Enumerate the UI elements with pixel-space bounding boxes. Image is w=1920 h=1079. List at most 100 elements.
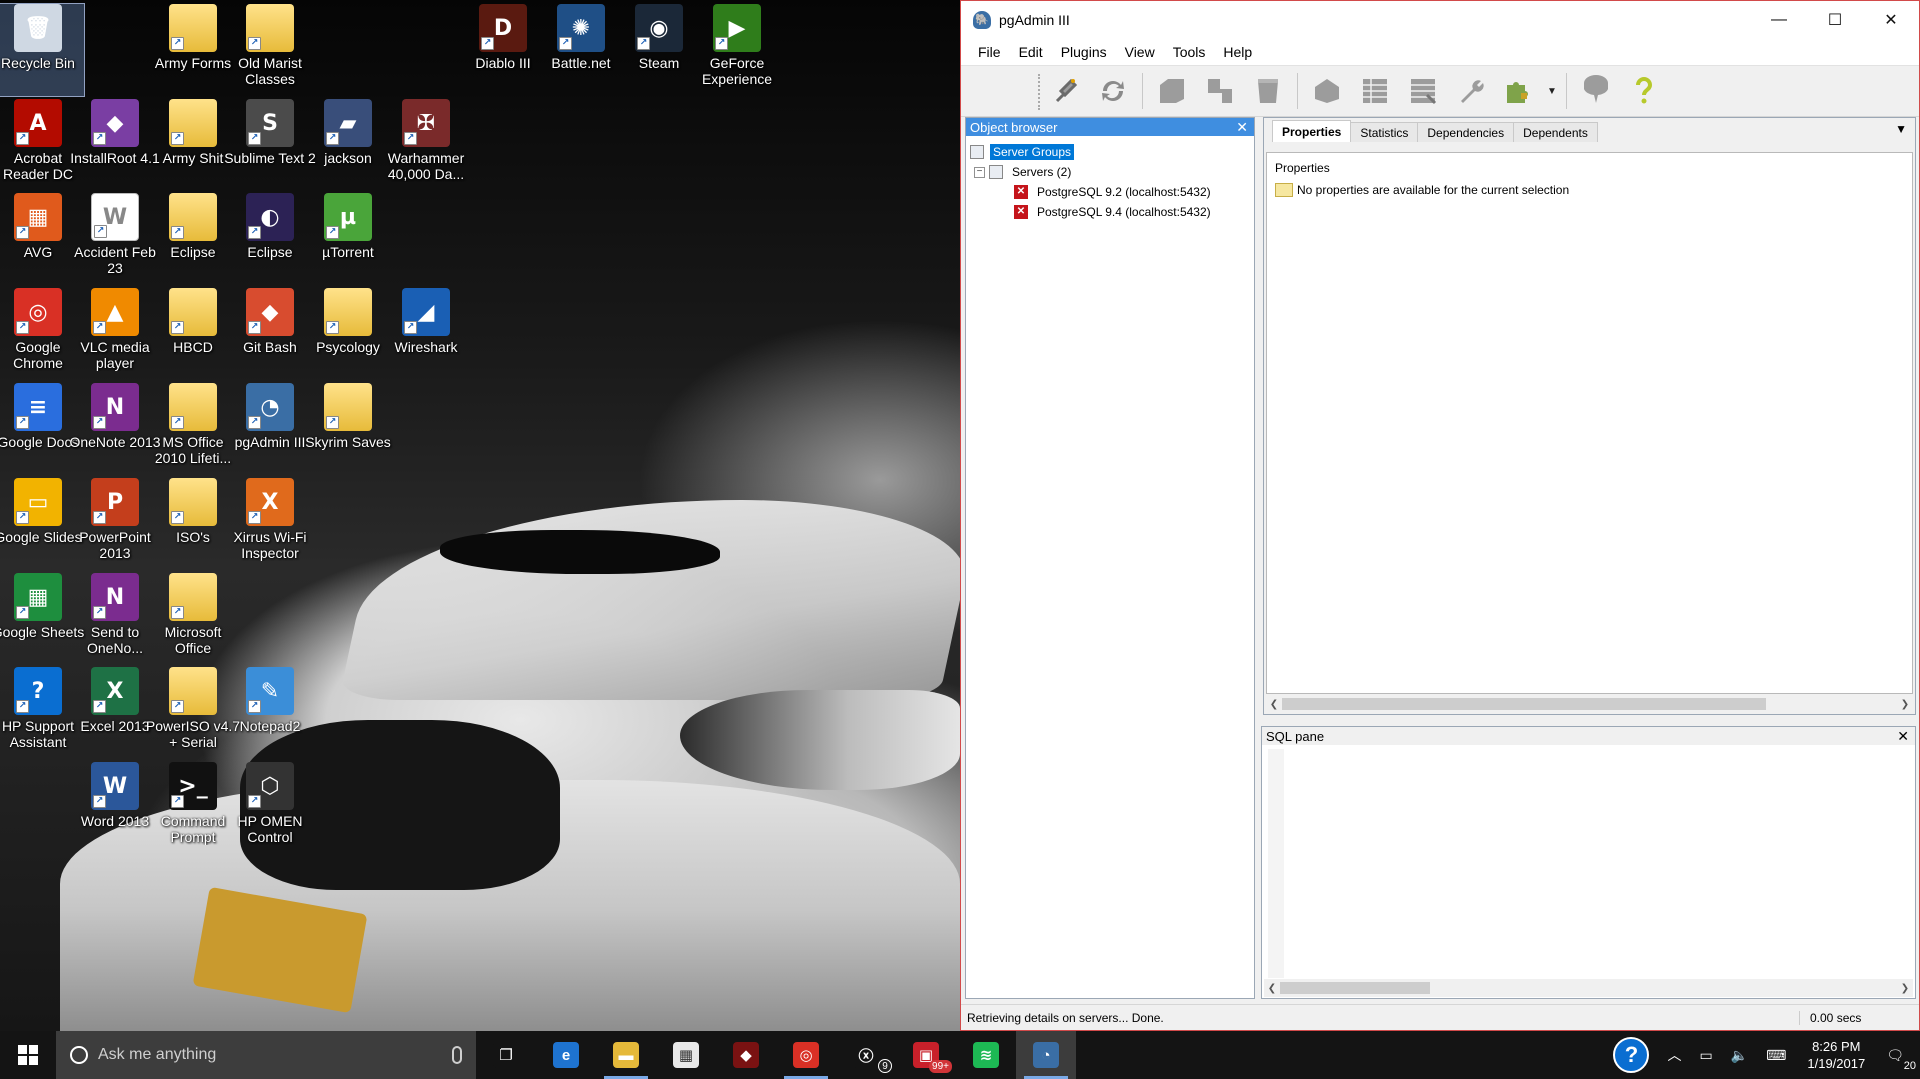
taskbar-app-task-view[interactable]: ❐ [476, 1031, 536, 1079]
object-properties-icon[interactable] [1246, 69, 1290, 113]
windows-logo-icon [18, 1045, 38, 1065]
scroll-left-arrow-icon[interactable]: ❮ [1264, 983, 1280, 994]
app-shortcut-icon: ▭ ↗ [14, 478, 62, 526]
sql-horizontal-scrollbar[interactable]: ❮ ❯ [1264, 979, 1913, 997]
menu-file[interactable]: File [969, 44, 1010, 60]
desktop-icon[interactable]: µ ↗ µTorrent [302, 193, 394, 285]
volume-icon[interactable]: 🔈 [1722, 1047, 1757, 1064]
tab-list-chevron-icon[interactable]: ▼ [1895, 122, 1907, 136]
sql-pane-close-icon[interactable]: ✕ [1897, 727, 1909, 745]
tab-statistics[interactable]: Statistics [1350, 122, 1419, 142]
xbox-icon: ⓧ [853, 1042, 879, 1068]
disconnected-server-icon: ✕ [1014, 185, 1028, 199]
title-bar[interactable]: 🐘 pgAdmin III — ☐ ✕ [961, 1, 1919, 39]
menu-edit[interactable]: Edit [1010, 44, 1052, 60]
maximize-button[interactable]: ☐ [1807, 1, 1863, 39]
menu-plugins[interactable]: Plugins [1052, 44, 1116, 60]
battery-icon[interactable]: ▭ [1690, 1047, 1721, 1064]
refresh-icon[interactable] [1091, 69, 1135, 113]
taskbar-app-file-explorer[interactable]: ▬ [596, 1031, 656, 1079]
desktop-icon[interactable]: ◢ ↗ Wireshark [380, 288, 472, 380]
badge-count: 9 [878, 1059, 892, 1073]
scroll-thumb[interactable] [1280, 982, 1430, 994]
view-filtered-data-icon[interactable] [1401, 69, 1445, 113]
shortcut-arrow-icon: ↗ [16, 226, 29, 239]
tree-node-servers[interactable]: − Servers (2) [970, 162, 1250, 182]
menu-view[interactable]: View [1116, 44, 1164, 60]
menu-help[interactable]: Help [1214, 44, 1261, 60]
desktop-icon[interactable]: ⬡ ↗ HP OMEN Control [224, 762, 316, 854]
desktop-icon[interactable]: 🗑 Recycle Bin [0, 3, 85, 97]
shortcut-arrow-icon: ↗ [16, 321, 29, 334]
microphone-icon[interactable] [452, 1046, 462, 1064]
create-object-icon[interactable] [1150, 69, 1194, 113]
taskbar-app-notifications-app[interactable]: ▣ 99+ [896, 1031, 956, 1079]
tree-node-server[interactable]: ✕ PostgreSQL 9.4 (localhost:5432) [970, 202, 1250, 222]
pgadmin-window: 🐘 pgAdmin III — ☐ ✕ File Edit Plugins Vi… [960, 0, 1920, 1031]
sql-editor[interactable] [1268, 749, 1913, 978]
tree-node-server-groups[interactable]: Server Groups [970, 142, 1250, 162]
desktop-icon[interactable]: ✠ ↗ Warhammer 40,000 Da... [380, 99, 472, 191]
shortcut-arrow-icon: ↗ [248, 226, 261, 239]
clock[interactable]: 8:26 PM 1/19/2017 [1795, 1038, 1877, 1072]
start-button[interactable] [0, 1031, 56, 1079]
desktop-icon[interactable]: ✎ ↗ Notepad2 [224, 667, 316, 759]
hint-speech-icon[interactable] [1574, 69, 1618, 113]
shortcut-arrow-icon: ↗ [93, 606, 106, 619]
plugins-dropdown-chevron-icon[interactable]: ▼ [1545, 69, 1559, 113]
collapse-minus-icon[interactable]: − [974, 166, 985, 178]
view-data-icon[interactable] [1353, 69, 1397, 113]
taskbar-app-chrome[interactable]: ◎ [776, 1031, 836, 1079]
desktop-icon[interactable]: ↗ Microsoft Office [147, 573, 239, 665]
show-hidden-icons-chevron-icon[interactable]: ︿ [1658, 1045, 1690, 1065]
shortcut-arrow-icon: ↗ [171, 700, 184, 713]
tab-dependents[interactable]: Dependents [1513, 122, 1598, 142]
action-center[interactable]: 🗨 20 [1877, 1047, 1920, 1072]
taskbar-app-edge[interactable]: e [536, 1031, 596, 1079]
shortcut-arrow-icon: ↗ [93, 132, 106, 145]
wallpaper-car-headlight [680, 690, 960, 790]
minimize-button[interactable]: — [1751, 1, 1807, 39]
properties-horizontal-scrollbar[interactable]: ❮ ❯ [1266, 695, 1913, 713]
taskbar-app-pgadmin[interactable]: ◔ [1016, 1031, 1076, 1079]
scroll-thumb[interactable] [1282, 698, 1766, 710]
tree-node-label: Server Groups [990, 144, 1075, 160]
desktop-icon[interactable]: ▶ ↗ GeForce Experience [691, 4, 783, 96]
desktop-icon[interactable]: ↗ Skyrim Saves [302, 383, 394, 475]
taskbar-app-diablo[interactable]: ◆ [716, 1031, 776, 1079]
servers-icon [989, 165, 1003, 179]
shortcut-arrow-icon: ↗ [248, 321, 261, 334]
sql-query-icon[interactable] [1305, 69, 1349, 113]
connect-plug-icon[interactable] [1043, 69, 1087, 113]
plugins-puzzle-icon[interactable] [1497, 69, 1541, 113]
menu-tools[interactable]: Tools [1164, 44, 1215, 60]
shortcut-arrow-icon: ↗ [171, 795, 184, 808]
desktop-icon[interactable]: ↗ Old Marist Classes [224, 4, 316, 96]
cortana-search-box[interactable]: Ask me anything [56, 1031, 476, 1079]
taskbar-app-xbox[interactable]: ⓧ 9 [836, 1031, 896, 1079]
keyboard-icon[interactable]: ⌨ [1757, 1047, 1795, 1064]
tab-dependencies[interactable]: Dependencies [1417, 122, 1515, 142]
tab-properties[interactable]: Properties [1272, 120, 1352, 142]
app-shortcut-icon: S ↗ [246, 99, 294, 147]
app-shortcut-icon: 🗑 [14, 4, 62, 52]
drop-object-icon[interactable] [1198, 69, 1242, 113]
tree-node-server[interactable]: ✕ PostgreSQL 9.2 (localhost:5432) [970, 182, 1250, 202]
scroll-left-arrow-icon[interactable]: ❮ [1266, 699, 1282, 710]
hp-support-tray[interactable]: ? [1604, 1037, 1658, 1073]
taskbar-app-spotify[interactable]: ≋ [956, 1031, 1016, 1079]
hp-support-question-icon: ? [1613, 1037, 1650, 1073]
scroll-right-arrow-icon[interactable]: ❯ [1897, 699, 1913, 710]
app-shortcut-icon: ? ↗ [14, 667, 62, 715]
cortana-circle-icon [70, 1046, 88, 1064]
close-button[interactable]: ✕ [1863, 1, 1919, 39]
help-question-icon[interactable] [1622, 69, 1666, 113]
object-browser-close-icon[interactable]: ✕ [1236, 118, 1248, 136]
taskbar-app-store[interactable]: ▦ [656, 1031, 716, 1079]
app-shortcut-icon: W ↗ [91, 193, 139, 241]
desktop-icon[interactable]: X ↗ Xirrus Wi-Fi Inspector [224, 478, 316, 570]
maintenance-wrench-icon[interactable] [1449, 69, 1493, 113]
properties-tab-strip: Properties Statistics Dependencies Depen… [1264, 118, 1915, 142]
toolbar-grip[interactable] [1038, 74, 1042, 110]
scroll-right-arrow-icon[interactable]: ❯ [1897, 983, 1913, 994]
